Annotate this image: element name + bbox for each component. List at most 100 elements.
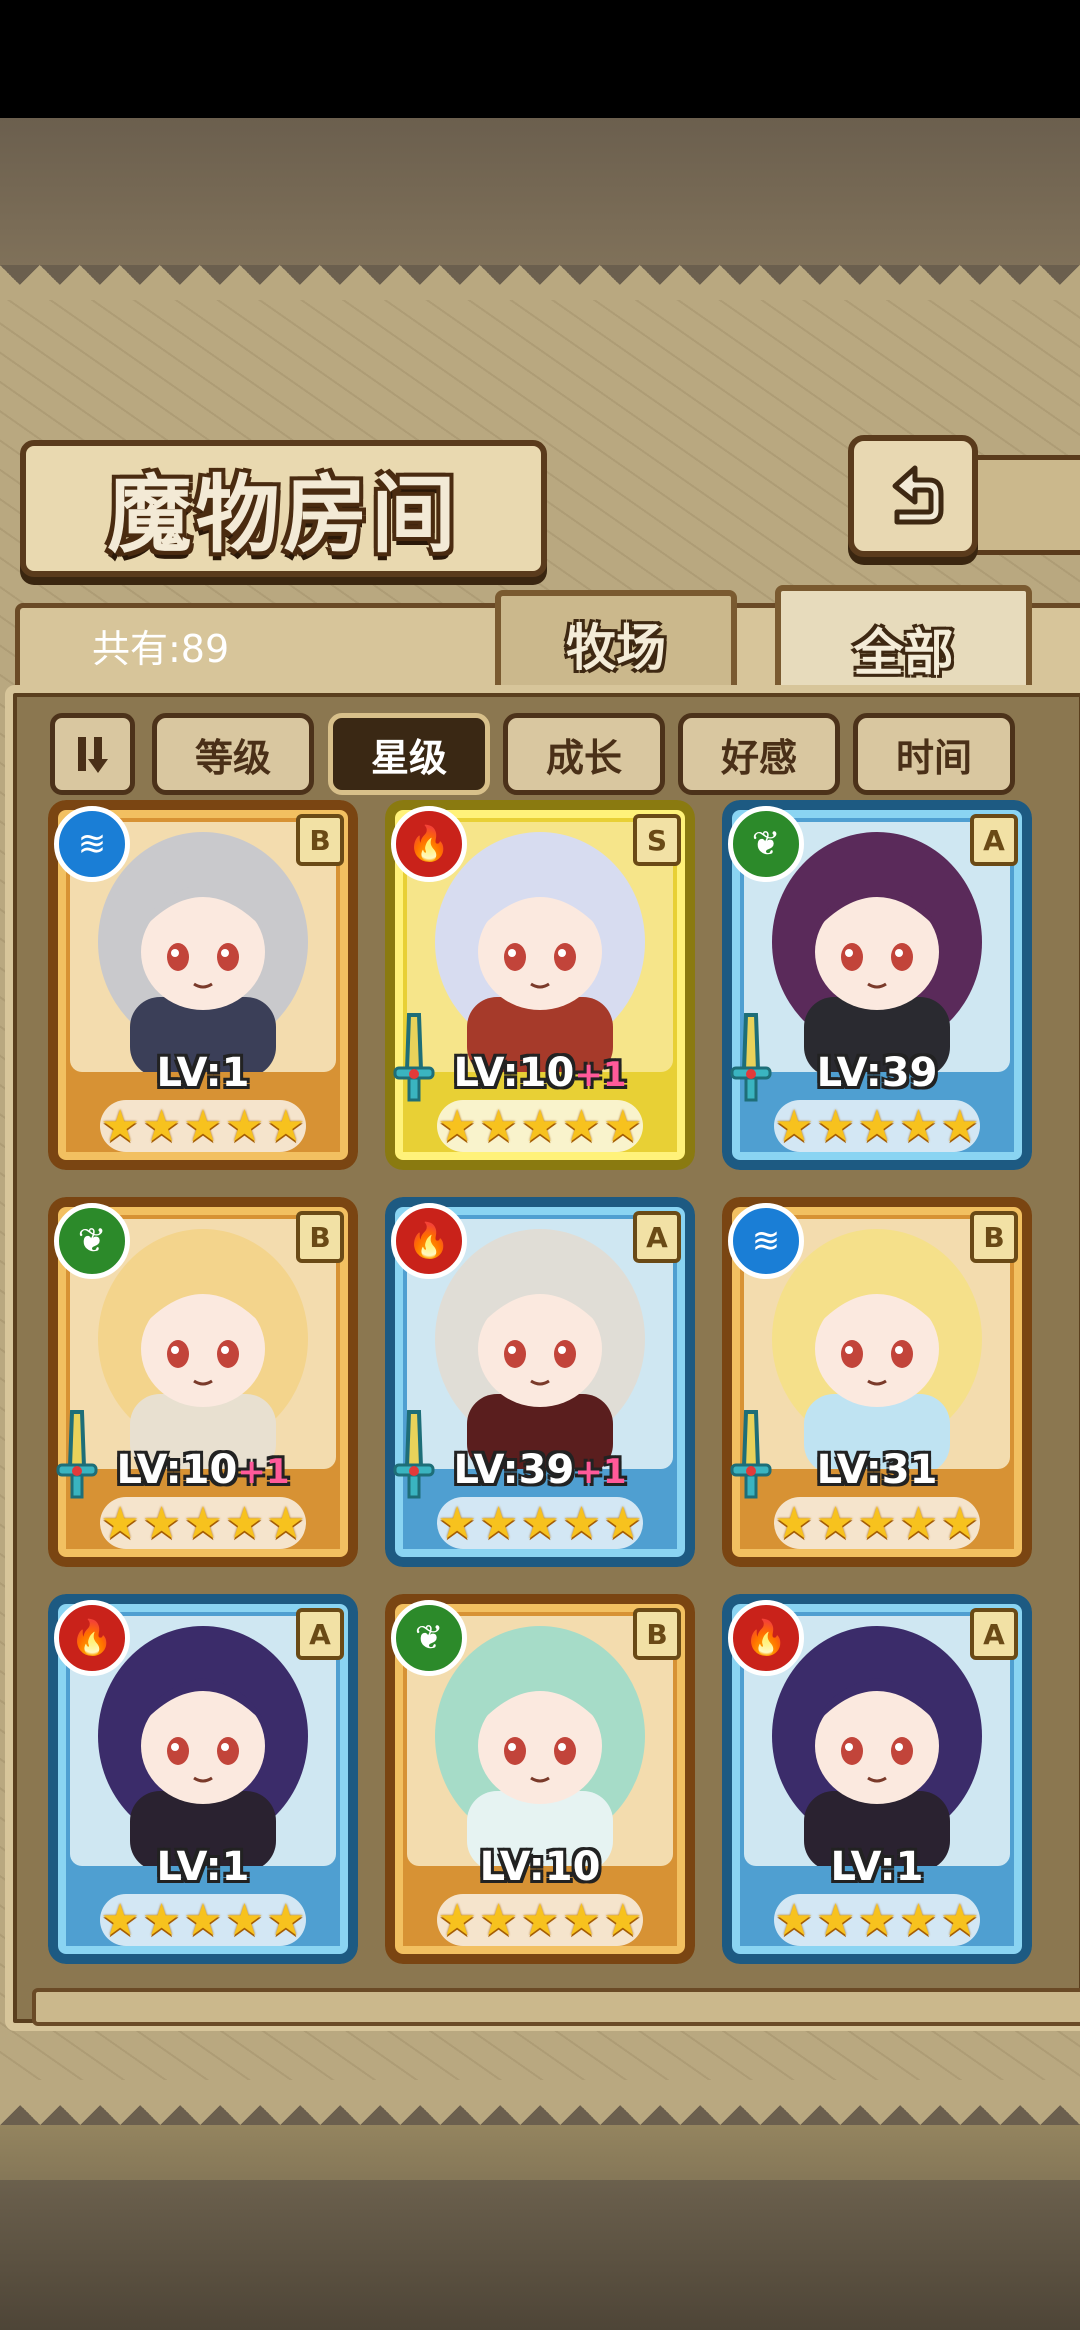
star-icon: ★: [857, 1100, 897, 1152]
rank-badge: B: [970, 1211, 1018, 1263]
star-icon: ★: [183, 1497, 223, 1549]
star-rating: ★ ★ ★ ★ ★: [774, 1894, 980, 1946]
star-icon: ★: [478, 1497, 519, 1549]
page-title: 魔物房间: [107, 465, 460, 564]
star-icon: ★: [437, 1100, 477, 1152]
monster-card[interactable]: 🔥 A LV:1 ★ ★ ★ ★ ★: [722, 1594, 1032, 1964]
rank-badge: B: [296, 814, 344, 866]
star-icon: ★: [183, 1894, 223, 1946]
star-icon: ★: [183, 1100, 223, 1152]
star-icon: ★: [561, 1100, 602, 1152]
sort-order-icon: [77, 737, 108, 773]
status-bar: [0, 0, 1080, 118]
star-icon: ★: [520, 1100, 560, 1152]
star-icon: ★: [561, 1497, 602, 1549]
level-value: LV:31: [816, 1447, 938, 1493]
star-icon: ★: [857, 1894, 897, 1946]
zigzag-border-top: [0, 265, 1080, 305]
star-icon: ★: [857, 1497, 897, 1549]
star-icon: ★: [603, 1894, 643, 1946]
star-icon: ★: [774, 1497, 814, 1549]
sort-by-time-button[interactable]: 时间: [853, 713, 1015, 795]
star-icon: ★: [940, 1100, 980, 1152]
star-icon: ★: [561, 1894, 602, 1946]
monster-card[interactable]: ❦ B LV:10+1 ★ ★ ★ ★ ★: [48, 1197, 358, 1567]
leaf-element-icon: ❦: [391, 1600, 467, 1676]
monster-card[interactable]: ❦ A LV:39 ★ ★ ★ ★ ★: [722, 800, 1032, 1170]
star-icon: ★: [141, 1497, 182, 1549]
star-icon: ★: [478, 1894, 519, 1946]
rank-badge: B: [633, 1608, 681, 1660]
leaf-element-icon: ❦: [728, 806, 804, 882]
tab-ranch[interactable]: 牧场: [495, 590, 737, 697]
star-icon: ★: [266, 1497, 306, 1549]
rank-badge: A: [296, 1608, 344, 1660]
monster-count: 共有:89: [92, 627, 230, 671]
star-icon: ★: [437, 1894, 477, 1946]
level-bonus: +1: [237, 1452, 290, 1492]
star-icon: ★: [520, 1894, 560, 1946]
leaf-element-icon: ❦: [54, 1203, 130, 1279]
level-value: LV:1: [156, 1050, 250, 1096]
level-label: LV:1: [48, 1050, 358, 1096]
title-plate: 魔物房间: [20, 440, 547, 577]
monster-card[interactable]: ❦ B LV:10 ★ ★ ★ ★ ★: [385, 1594, 695, 1964]
sort-by-level-button[interactable]: 等级: [152, 713, 314, 795]
level-value: LV:1: [830, 1844, 924, 1890]
rank-badge: B: [296, 1211, 344, 1263]
fire-element-icon: 🔥: [728, 1600, 804, 1676]
star-icon: ★: [224, 1497, 265, 1549]
star-icon: ★: [898, 1894, 939, 1946]
monster-card[interactable]: 🔥 S LV:10+1 ★ ★ ★ ★ ★: [385, 800, 695, 1170]
level-label: LV:39+1: [385, 1447, 695, 1493]
map-background-bottom: [0, 2180, 1080, 2330]
level-label: LV:1: [722, 1844, 1032, 1890]
star-icon: ★: [266, 1894, 306, 1946]
level-value: LV:10: [479, 1844, 601, 1890]
sort-order-toggle[interactable]: [50, 713, 135, 795]
level-value: LV:10: [453, 1050, 575, 1096]
fire-element-icon: 🔥: [54, 1600, 130, 1676]
water-element-icon: ≋: [728, 1203, 804, 1279]
star-icon: ★: [603, 1100, 643, 1152]
sort-by-growth-button[interactable]: 成长: [503, 713, 665, 795]
star-icon: ★: [815, 1894, 856, 1946]
rank-badge: A: [633, 1211, 681, 1263]
star-icon: ★: [815, 1497, 856, 1549]
level-value: LV:1: [156, 1844, 250, 1890]
star-rating: ★ ★ ★ ★ ★: [100, 1894, 306, 1946]
star-icon: ★: [141, 1100, 182, 1152]
star-icon: ★: [774, 1100, 814, 1152]
star-rating: ★ ★ ★ ★ ★: [437, 1100, 643, 1152]
star-icon: ★: [520, 1497, 560, 1549]
level-label: LV:39: [722, 1050, 1032, 1096]
sort-by-stars-button[interactable]: 星级: [328, 713, 490, 795]
level-label: LV:31: [722, 1447, 1032, 1493]
star-rating: ★ ★ ★ ★ ★: [100, 1497, 306, 1549]
star-icon: ★: [603, 1497, 643, 1549]
sort-by-affinity-button[interactable]: 好感: [678, 713, 840, 795]
level-value: LV:39: [816, 1050, 938, 1096]
monster-card[interactable]: 🔥 A LV:1 ★ ★ ★ ★ ★: [48, 1594, 358, 1964]
water-element-icon: ≋: [54, 806, 130, 882]
star-icon: ★: [437, 1497, 477, 1549]
level-value: LV:39: [453, 1447, 575, 1493]
monster-card[interactable]: 🔥 A LV:39+1 ★ ★ ★ ★ ★: [385, 1197, 695, 1567]
star-rating: ★ ★ ★ ★ ★: [774, 1497, 980, 1549]
back-button[interactable]: [848, 435, 978, 557]
zigzag-border-bottom: [0, 2085, 1080, 2125]
rank-badge: A: [970, 814, 1018, 866]
rank-badge: A: [970, 1608, 1018, 1660]
level-label: LV:10+1: [385, 1050, 695, 1096]
monster-card[interactable]: ≋ B LV:31 ★ ★ ★ ★ ★: [722, 1197, 1032, 1567]
star-rating: ★ ★ ★ ★ ★: [100, 1100, 306, 1152]
level-label: LV:10+1: [48, 1447, 358, 1493]
star-icon: ★: [478, 1100, 519, 1152]
star-icon: ★: [141, 1894, 182, 1946]
star-rating: ★ ★ ★ ★ ★: [774, 1100, 980, 1152]
star-icon: ★: [224, 1100, 265, 1152]
star-icon: ★: [898, 1100, 939, 1152]
monster-card[interactable]: ≋ B LV:1 ★ ★ ★ ★ ★: [48, 800, 358, 1170]
star-icon: ★: [266, 1100, 306, 1152]
fire-element-icon: 🔥: [391, 806, 467, 882]
